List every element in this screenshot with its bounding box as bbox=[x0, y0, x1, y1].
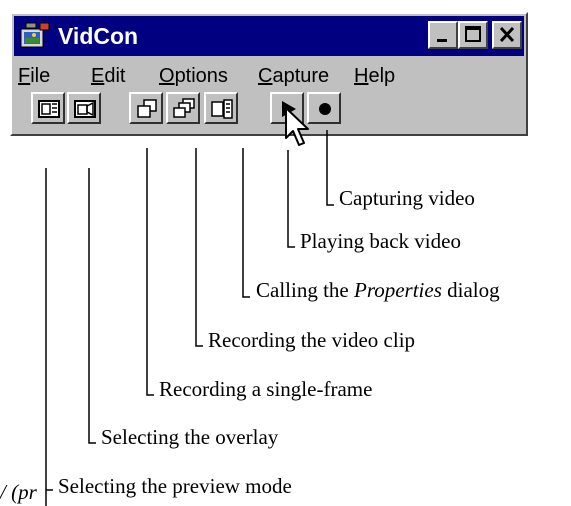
callout-capturing-video: Capturing video bbox=[339, 186, 475, 210]
leader-overlay bbox=[88, 168, 96, 444]
cut-off-text: / (pr bbox=[0, 480, 37, 504]
callout-video-clip: Recording the video clip bbox=[208, 328, 416, 352]
leader-frame bbox=[146, 148, 154, 396]
callout-playing-back: Playing back video bbox=[300, 229, 461, 253]
callout-properties: Calling the Properties dialog bbox=[256, 278, 500, 302]
callout-preview-mode: Selecting the preview mode bbox=[58, 474, 292, 498]
callout-overlay: Selecting the overlay bbox=[101, 425, 279, 449]
callout-single-frame: Recording a single-frame bbox=[159, 377, 373, 401]
leader-clip bbox=[195, 148, 203, 347]
leader-properties bbox=[242, 148, 250, 298]
leader-play bbox=[287, 150, 295, 248]
callout-lines bbox=[45, 130, 334, 506]
leader-capture bbox=[326, 130, 334, 206]
